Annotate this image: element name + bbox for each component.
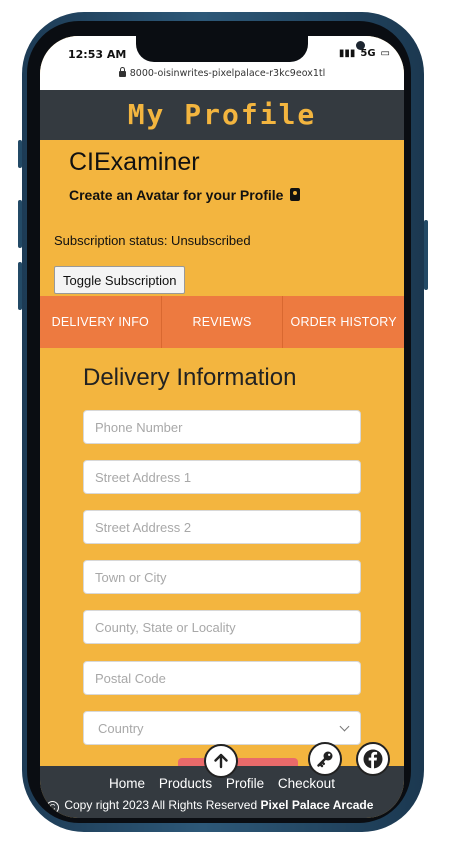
footer-link-checkout[interactable]: Checkout <box>278 776 335 791</box>
key-icon <box>317 751 333 768</box>
phone-number-input[interactable] <box>83 410 361 444</box>
footer-link-home[interactable]: Home <box>109 776 145 791</box>
country-select[interactable]: Country <box>83 711 361 745</box>
footer-nav: Home Products Profile Checkout <box>40 776 404 791</box>
street-address-2-input[interactable] <box>83 510 361 544</box>
signal-icon: ▮▮▮ <box>338 48 356 59</box>
network-type: 5G <box>360 48 376 59</box>
copyright-icon: C <box>46 801 59 814</box>
create-avatar-label: Create an Avatar for your Profile <box>69 187 284 203</box>
status-bar: 12:53 AM ▮▮▮ 5G ▭ 8000-oisinwrites-pixelpa… <box>40 36 404 92</box>
town-city-input[interactable] <box>83 560 361 594</box>
page-header: My Profile <box>40 90 404 140</box>
url-text: 8000-oisinwrites-pixelpalace-r3kc9eox1tl <box>129 68 326 79</box>
arrow-up-icon <box>214 753 228 769</box>
tab-order-history[interactable]: ORDER HISTORY <box>283 296 404 348</box>
id-badge-icon <box>290 188 301 201</box>
back-to-top-button[interactable] <box>204 744 238 778</box>
footer-link-products[interactable]: Products <box>159 776 212 791</box>
create-avatar-link[interactable]: Create an Avatar for your Profile <box>69 187 301 203</box>
delivery-info-title: Delivery Information <box>83 364 297 391</box>
login-key-button[interactable] <box>308 742 342 776</box>
street-address-1-input[interactable] <box>83 460 361 494</box>
footer-link-profile[interactable]: Profile <box>226 776 264 791</box>
brand-name: Pixel Palace Arcade <box>260 798 374 812</box>
address-bar[interactable]: 8000-oisinwrites-pixelpalace-r3kc9eox1tl <box>40 66 404 79</box>
tab-reviews[interactable]: REVIEWS <box>162 296 284 348</box>
copyright-text: Copy right 2023 All Rights Reserved <box>64 798 258 812</box>
status-icons: ▮▮▮ 5G ▭ <box>334 48 390 59</box>
county-input[interactable] <box>83 610 361 644</box>
chevron-down-icon <box>339 721 350 732</box>
tab-delivery-info[interactable]: DELIVERY INFO <box>40 296 162 348</box>
profile-tabs: DELIVERY INFO REVIEWS ORDER HISTORY <box>40 296 404 348</box>
battery-icon: ▭ <box>380 48 390 59</box>
page-title: My Profile <box>127 98 317 131</box>
phone-screen: 12:53 AM ▮▮▮ 5G ▭ 8000-oisinwrites-pixelpa… <box>40 36 404 818</box>
notch <box>136 36 365 62</box>
lock-icon <box>118 66 126 77</box>
subscription-status: Subscription status: Unsubscribed <box>54 233 251 248</box>
phone-power-button <box>424 220 428 290</box>
facebook-icon <box>363 749 383 769</box>
facebook-button[interactable] <box>356 742 390 776</box>
status-time: 12:53 AM <box>68 48 127 61</box>
country-select-value: Country <box>98 720 144 736</box>
postal-code-input[interactable] <box>83 661 361 695</box>
profile-username: CIExaminer <box>69 148 200 176</box>
toggle-subscription-button[interactable]: Toggle Subscription <box>54 266 186 294</box>
copyright: C Copy right 2023 All Rights Reserved Pi… <box>46 798 373 814</box>
